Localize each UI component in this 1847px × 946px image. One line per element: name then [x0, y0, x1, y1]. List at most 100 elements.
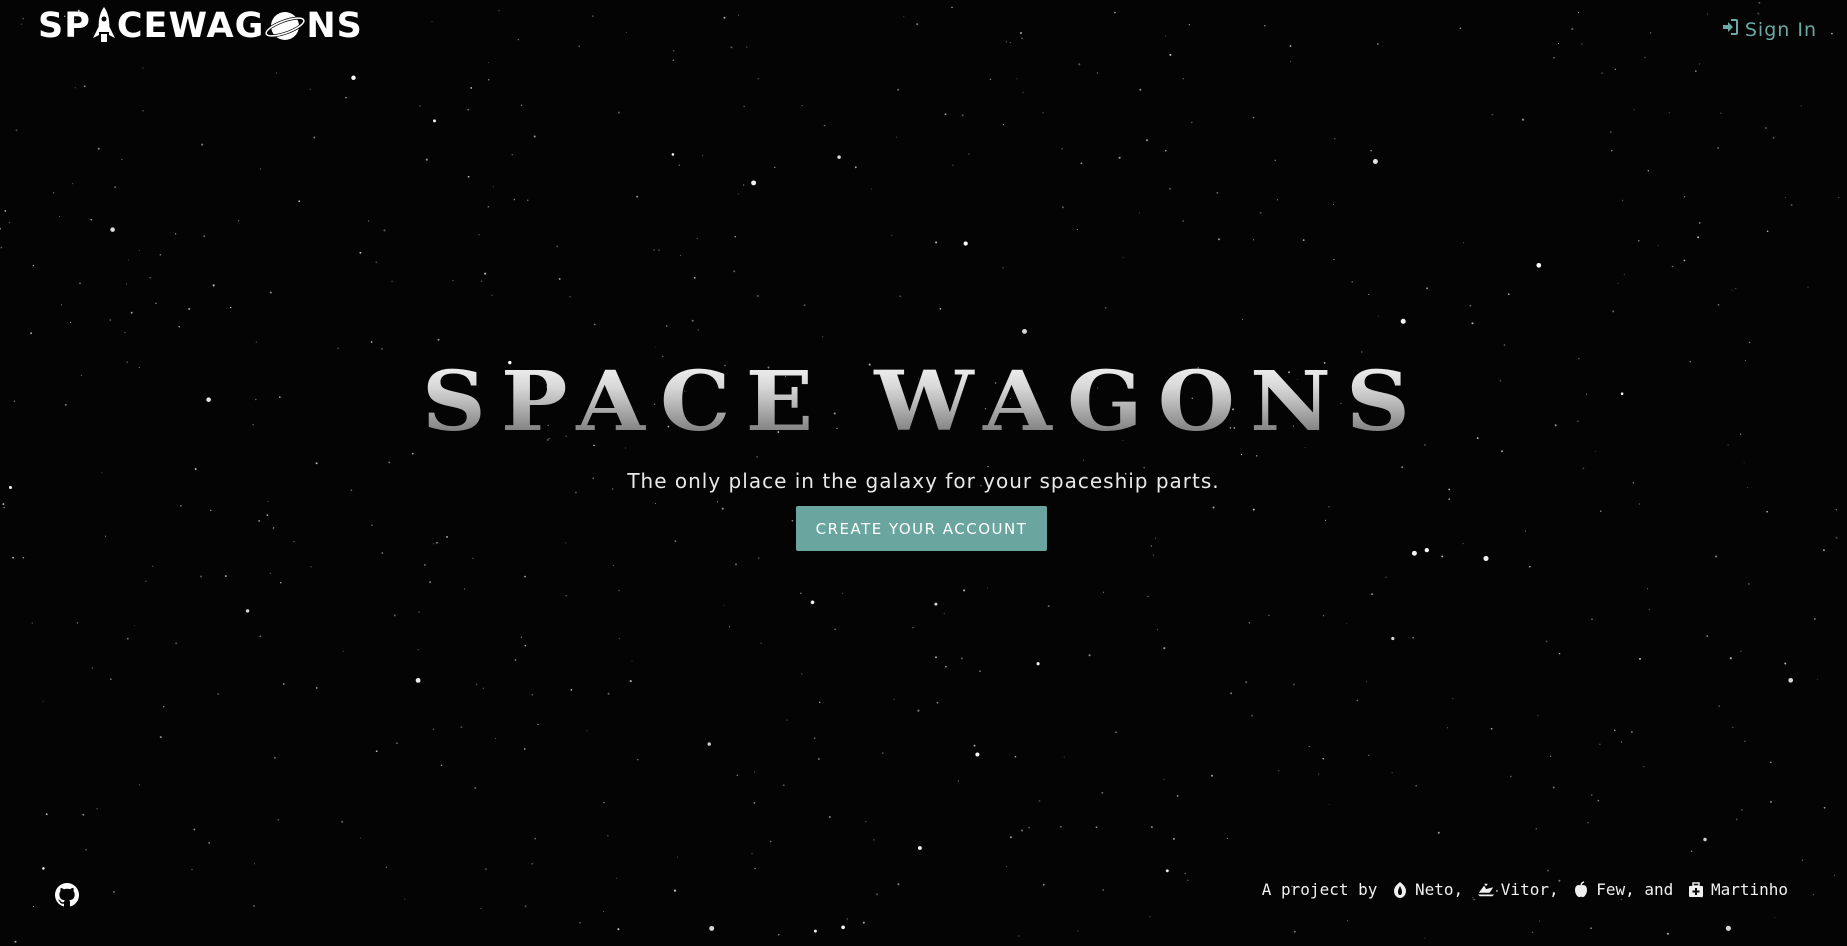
- star: [124, 331, 126, 333]
- star: [1278, 770, 1280, 772]
- star: [570, 689, 573, 691]
- star: [12, 556, 15, 559]
- star: [1268, 614, 1270, 617]
- star: [1333, 258, 1335, 261]
- star: [1346, 622, 1348, 624]
- star: [418, 611, 420, 613]
- star: [537, 723, 539, 726]
- star: [1558, 652, 1561, 655]
- star: [1650, 32, 1652, 34]
- star: [1356, 699, 1359, 702]
- star: [8, 221, 11, 224]
- star: [1617, 282, 1619, 284]
- star: [1587, 822, 1589, 824]
- star: [391, 280, 393, 282]
- star: [1334, 138, 1336, 140]
- logo[interactable]: SP CEWAG NS: [38, 6, 363, 46]
- star: [1426, 287, 1429, 290]
- star: [375, 261, 378, 264]
- star: [1720, 112, 1722, 114]
- star: [1022, 91, 1024, 93]
- star: [1259, 211, 1262, 214]
- star: [1528, 565, 1531, 568]
- star: [616, 877, 618, 879]
- star: [733, 270, 736, 273]
- sign-in-link[interactable]: Sign In: [1721, 18, 1817, 41]
- star: [1019, 31, 1023, 35]
- planet-icon: [264, 7, 306, 45]
- star: [912, 627, 914, 629]
- star: [944, 113, 947, 116]
- star: [1182, 77, 1184, 80]
- star: [1377, 315, 1379, 317]
- star: [404, 898, 406, 900]
- star: [1800, 105, 1802, 107]
- star: [1411, 550, 1417, 556]
- star: [267, 501, 269, 503]
- star: [1101, 791, 1104, 794]
- star: [565, 594, 567, 597]
- star: [375, 750, 378, 753]
- star: [491, 294, 493, 296]
- star: [514, 659, 517, 661]
- star: [786, 719, 788, 721]
- star: [1621, 199, 1624, 202]
- star: [636, 195, 639, 198]
- create-account-button[interactable]: CREATE YOUR ACCOUNT: [796, 506, 1047, 551]
- star: [467, 108, 470, 111]
- star: [1276, 199, 1279, 201]
- star: [1145, 139, 1149, 142]
- star: [951, 6, 953, 9]
- star: [1597, 799, 1600, 802]
- star: [1747, 582, 1750, 585]
- star: [1308, 746, 1310, 748]
- star: [1156, 629, 1159, 631]
- star: [1531, 931, 1534, 933]
- star: [1077, 930, 1079, 932]
- star: [1163, 778, 1165, 781]
- star: [1731, 289, 1733, 291]
- star: [607, 835, 609, 837]
- star: [607, 692, 610, 695]
- star: [437, 338, 440, 341]
- star: [822, 336, 824, 338]
- star: [1473, 898, 1475, 901]
- star: [873, 839, 875, 841]
- star: [1699, 63, 1701, 65]
- star: [1643, 766, 1645, 768]
- star: [721, 507, 724, 510]
- star: [625, 31, 627, 33]
- star: [1218, 238, 1220, 241]
- star: [586, 730, 588, 732]
- star: [1251, 714, 1254, 717]
- star: [1322, 614, 1325, 617]
- star: [381, 552, 384, 554]
- star: [1152, 554, 1154, 556]
- star: [411, 452, 414, 455]
- credit-separator: ,: [1548, 880, 1569, 899]
- logo-text-part: NS: [306, 6, 363, 46]
- star: [259, 635, 261, 638]
- star: [282, 683, 285, 685]
- star: [203, 235, 206, 238]
- sign-in-icon: [1721, 18, 1739, 41]
- star: [342, 650, 344, 653]
- star: [673, 50, 675, 52]
- star: [617, 111, 620, 114]
- star: [1785, 197, 1786, 198]
- star: [114, 186, 116, 188]
- star: [388, 461, 391, 464]
- star: [1766, 510, 1768, 513]
- star: [666, 325, 668, 327]
- star: [617, 928, 620, 931]
- github-icon[interactable]: [55, 883, 79, 907]
- star: [360, 837, 362, 839]
- star: [3, 506, 5, 509]
- star: [735, 563, 737, 566]
- star: [813, 929, 817, 933]
- star: [90, 218, 93, 221]
- star: [916, 23, 919, 26]
- star: [963, 241, 968, 246]
- star: [52, 192, 55, 194]
- star: [42, 701, 44, 703]
